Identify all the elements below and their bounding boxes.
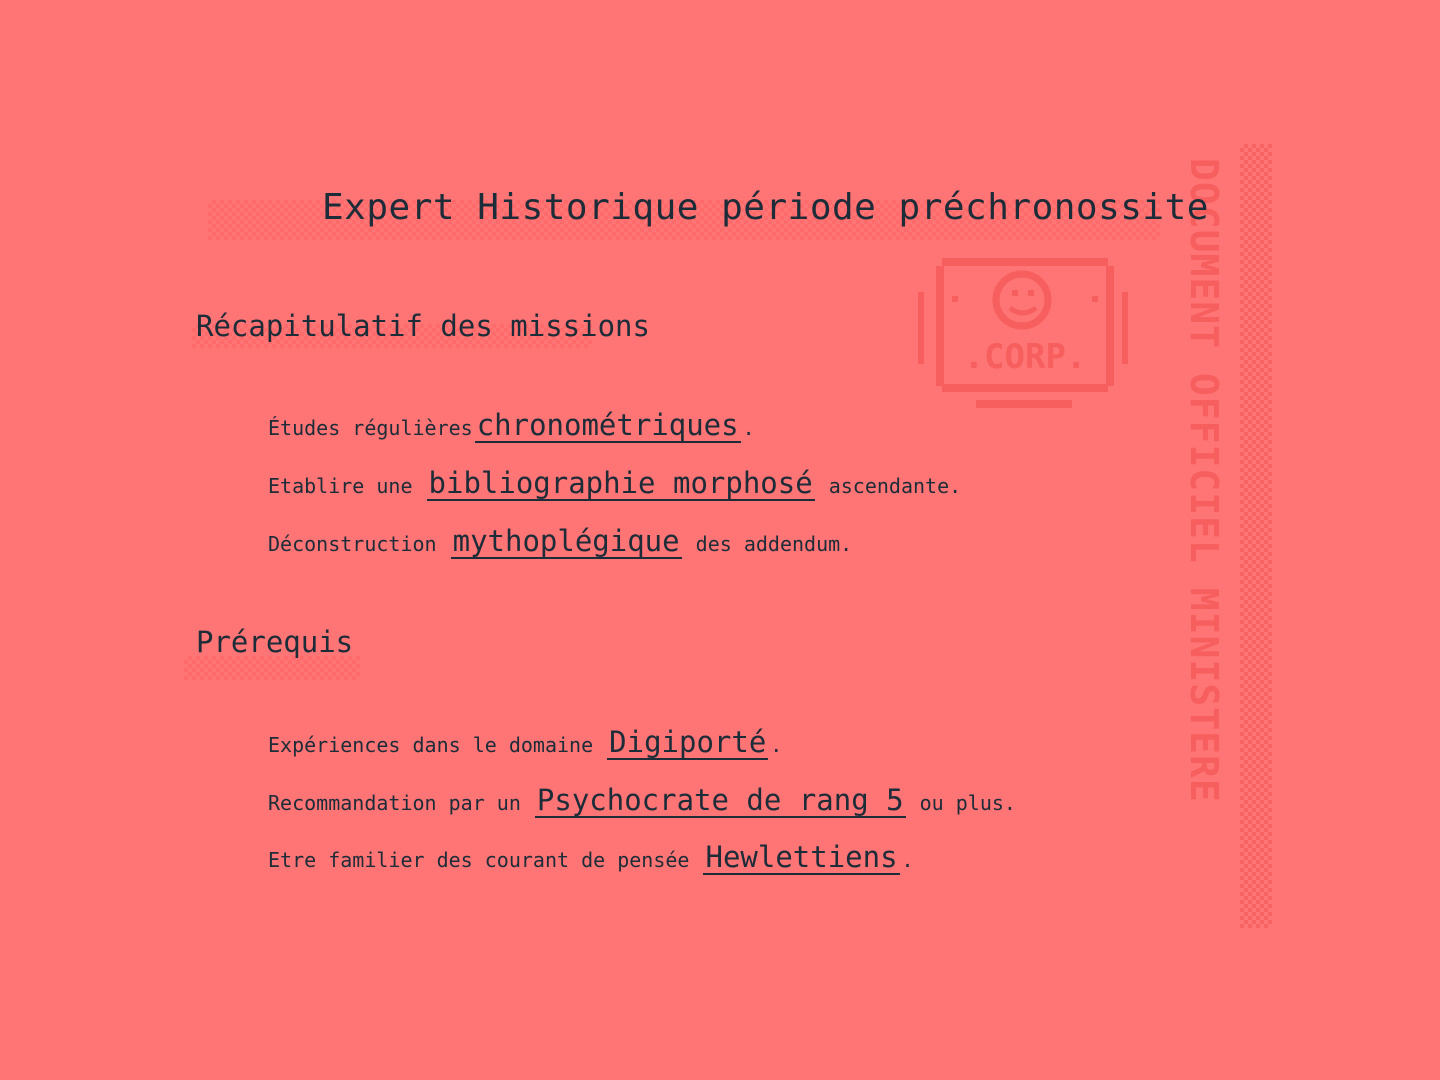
corp-logo-icon: .CORP. bbox=[918, 258, 1128, 408]
list-item: Expériences dans le domaine Digiporté. bbox=[268, 725, 782, 765]
item-text-after: . bbox=[770, 733, 783, 757]
item-text-after: des addendum. bbox=[695, 532, 853, 556]
item-text-before: Etre familier des courant de pensée bbox=[268, 848, 690, 872]
item-text-after: . bbox=[901, 848, 914, 872]
item-text-before: Expériences dans le domaine bbox=[268, 733, 594, 757]
keyword-link[interactable]: bibliographie morphosé bbox=[426, 467, 815, 501]
item-text-before: Etablire une bbox=[268, 474, 413, 498]
item-text-before: Déconstruction bbox=[268, 532, 437, 556]
vertical-checker-strip bbox=[1240, 144, 1272, 928]
keyword-link[interactable]: Hewlettiens bbox=[703, 841, 900, 875]
list-item: Déconstruction mythoplégique des addendu… bbox=[268, 524, 852, 564]
item-text-after: ascendante. bbox=[828, 474, 962, 498]
list-item: Recommandation par un Psychocrate de ran… bbox=[268, 783, 1016, 823]
item-text-before: Recommandation par un bbox=[268, 791, 521, 815]
section-heading-prerequis: Prérequis bbox=[196, 625, 354, 659]
keyword-link[interactable]: Psychocrate de rang 5 bbox=[534, 784, 906, 818]
item-text-before: Études régulières bbox=[268, 416, 473, 440]
corp-logo-text: .CORP. bbox=[964, 337, 1087, 377]
page-title: Expert Historique période préchronossite bbox=[322, 187, 1209, 228]
keyword-link[interactable]: Digiporté bbox=[607, 726, 769, 760]
list-item: Etablire une bibliographie morphosé asce… bbox=[268, 466, 961, 506]
section-heading-missions: Récapitulatif des missions bbox=[196, 309, 650, 343]
list-item: Etre familier des courant de pensée Hewl… bbox=[268, 840, 914, 880]
item-text-after: ou plus. bbox=[919, 791, 1016, 815]
list-item: Études régulières chronométriques. bbox=[268, 408, 755, 448]
keyword-link[interactable]: mythoplégique bbox=[450, 525, 682, 559]
item-text-after: . bbox=[742, 416, 755, 440]
keyword-link[interactable]: chronométriques bbox=[474, 409, 741, 443]
official-document-stamp: DOCUMENT OFFICIEL MINISTERE bbox=[1182, 158, 1226, 803]
